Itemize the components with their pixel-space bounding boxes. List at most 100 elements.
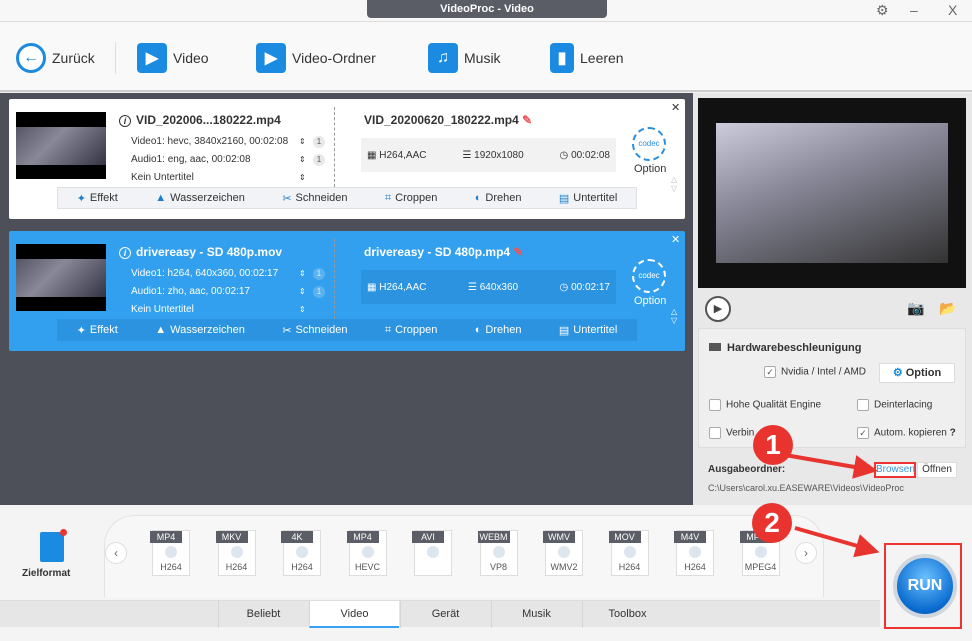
format-item[interactable]: AVI	[412, 530, 452, 576]
subtitle-track[interactable]: Kein Untertitel	[131, 172, 194, 183]
pencil-icon[interactable]: ✎	[513, 245, 523, 259]
back-button[interactable]: ← Zurück	[16, 40, 95, 76]
action-wasserzeichen[interactable]: ▲ Wasserzeichen	[155, 192, 245, 204]
file-card[interactable]: i VID_202006...180222.mp4 Video1: hevc, 3…	[9, 99, 685, 219]
action-drehen[interactable]: ◐ Drehen	[475, 324, 522, 336]
action-untertitel[interactable]: ▤ Untertitel	[559, 324, 617, 337]
high-quality-checkbox[interactable]: Hohe Qualität Engine	[709, 399, 821, 411]
updown-icon[interactable]: ⇕	[299, 173, 306, 182]
updown-icon[interactable]: ⇕	[299, 155, 306, 164]
action-icon: ✂	[282, 192, 292, 205]
open-button[interactable]: Öffnen	[917, 462, 957, 478]
format-codec: WMV2	[550, 562, 578, 572]
folder-icon[interactable]: 📂	[939, 300, 956, 317]
action-icon: ▲	[155, 192, 167, 204]
hw-option-button[interactable]: ⚙ Option	[879, 363, 955, 383]
output-path: C:\Users\carol.xu.EASEWARE\Videos\VideoP…	[708, 483, 904, 493]
action-label: Drehen	[485, 324, 522, 336]
video-track[interactable]: Video1: h264, 640x360, 00:02:17	[131, 268, 278, 279]
video-track[interactable]: Video1: hevc, 3840x2160, 00:02:08	[131, 136, 288, 147]
clear-button[interactable]: ▮ Leeren	[550, 40, 624, 76]
action-effekt[interactable]: ✦ Effekt	[77, 192, 118, 205]
subtitle-track[interactable]: Kein Untertitel	[131, 304, 194, 315]
video-thumbnail[interactable]	[16, 112, 106, 179]
action-schneiden[interactable]: ✂ Schneiden	[282, 192, 347, 205]
codec-option-label[interactable]: Option	[634, 295, 666, 307]
file-card[interactable]: i drivereasy - SD 480p.mov Video1: h264, …	[9, 231, 685, 351]
tab-video[interactable]: Video	[309, 601, 399, 628]
action-croppen[interactable]: ⌗ Croppen	[385, 192, 437, 205]
auto-copy-label: Autom. kopieren	[874, 427, 947, 439]
updown-icon[interactable]: ⇕	[299, 287, 306, 296]
format-item[interactable]: MP4 H264	[150, 530, 190, 576]
format-codec: H264	[291, 562, 313, 572]
run-highlight: RUN	[884, 543, 962, 629]
settings-gear-icon[interactable]: ⚙	[876, 2, 889, 19]
action-label: Effekt	[89, 192, 118, 204]
hw-acceleration-title: Hardwarebeschleunigung	[709, 342, 861, 354]
updown-icon[interactable]: ⇕	[299, 305, 306, 314]
action-wasserzeichen[interactable]: ▲ Wasserzeichen	[155, 324, 245, 336]
codec-option-label[interactable]: Option	[634, 163, 666, 175]
format-item[interactable]: MOV H264	[608, 530, 649, 576]
browse-button[interactable]: Browsen	[874, 462, 916, 478]
action-untertitel[interactable]: ▤ Untertitel	[559, 192, 617, 205]
format-tabs: Beliebt Video Gerät Musik Toolbox	[0, 600, 880, 628]
action-schneiden[interactable]: ✂ Schneiden	[282, 324, 347, 337]
output-filename: drivereasy - SD 480p.mp4 ✎	[364, 245, 523, 259]
tab-gerät[interactable]: Gerät	[400, 601, 490, 628]
add-music-button[interactable]: ♫ Musik	[428, 40, 501, 76]
format-item[interactable]: WMV WMV2	[543, 530, 583, 576]
auto-copy-checkbox[interactable]: ✓ Autom. kopieren ?	[857, 427, 956, 439]
format-item[interactable]: MKV H264	[215, 530, 256, 576]
target-format-icon[interactable]	[40, 529, 67, 562]
info-icon[interactable]: i	[119, 247, 131, 259]
add-video-folder-button[interactable]: ▶ Video-Ordner	[256, 40, 376, 76]
updown-icon[interactable]: ⇕	[299, 269, 306, 278]
codec-option-icon[interactable]: codec	[632, 127, 666, 161]
format-item[interactable]: M4V H264	[674, 530, 714, 576]
help-icon[interactable]: ?	[950, 428, 956, 439]
remove-file-icon[interactable]: ✕	[671, 101, 680, 114]
updown-icon[interactable]: ⇕	[299, 137, 306, 146]
reorder-arrows[interactable]: △ ▽	[671, 307, 677, 325]
tab-toolbox[interactable]: Toolbox	[582, 601, 672, 628]
pencil-icon[interactable]: ✎	[522, 113, 532, 127]
remove-file-icon[interactable]: ✕	[671, 233, 680, 246]
codec-option-icon[interactable]: codec	[632, 259, 666, 293]
source-filename: i VID_202006...180222.mp4	[119, 113, 281, 127]
audio-track[interactable]: Audio1: zho, aac, 00:02:17	[131, 286, 250, 297]
format-codec: VP8	[489, 562, 507, 572]
action-effekt[interactable]: ✦ Effekt	[77, 324, 118, 337]
video-thumbnail[interactable]	[16, 244, 106, 311]
hw-title-text: Hardwarebeschleunigung	[727, 342, 862, 354]
run-button[interactable]: RUN	[893, 554, 957, 618]
action-icon: ✦	[76, 324, 86, 337]
format-item[interactable]: MP4 HEVC	[346, 530, 387, 576]
action-icon: ◐	[474, 324, 482, 336]
action-drehen[interactable]: ◐ Drehen	[475, 192, 522, 204]
format-item[interactable]: WEBM VP8	[477, 530, 518, 576]
merge-checkbox[interactable]: Verbin	[709, 427, 754, 439]
close-window-button[interactable]: X	[948, 2, 957, 18]
merge-label: Verbin	[726, 427, 755, 439]
reorder-arrows[interactable]: △ ▽	[671, 175, 677, 193]
codec-info: ▦ H264,AAC	[367, 150, 426, 161]
add-video-button[interactable]: ▶ Video	[137, 40, 209, 76]
format-codec: HEVC	[354, 562, 380, 572]
minimize-button[interactable]: –	[910, 2, 918, 18]
tab-beliebt[interactable]: Beliebt	[218, 601, 308, 628]
next-format-button[interactable]: ›	[795, 542, 817, 564]
hw-vendor-checkbox[interactable]: ✓ Nvidia / Intel / AMD	[764, 366, 866, 378]
prev-format-button[interactable]: ‹	[105, 542, 127, 564]
folder-add-icon: ▶	[256, 43, 286, 73]
action-croppen[interactable]: ⌗ Croppen	[385, 324, 437, 337]
audio-track[interactable]: Audio1: eng, aac, 00:02:08	[131, 154, 251, 165]
play-button[interactable]: ▶	[705, 296, 731, 322]
camera-icon[interactable]: 📷	[907, 300, 924, 317]
deinterlacing-checkbox[interactable]: Deinterlacing	[857, 399, 932, 411]
info-icon[interactable]: i	[119, 115, 131, 127]
tab-musik[interactable]: Musik	[491, 601, 581, 628]
format-strip	[104, 515, 824, 597]
format-item[interactable]: 4K H264	[281, 530, 321, 576]
